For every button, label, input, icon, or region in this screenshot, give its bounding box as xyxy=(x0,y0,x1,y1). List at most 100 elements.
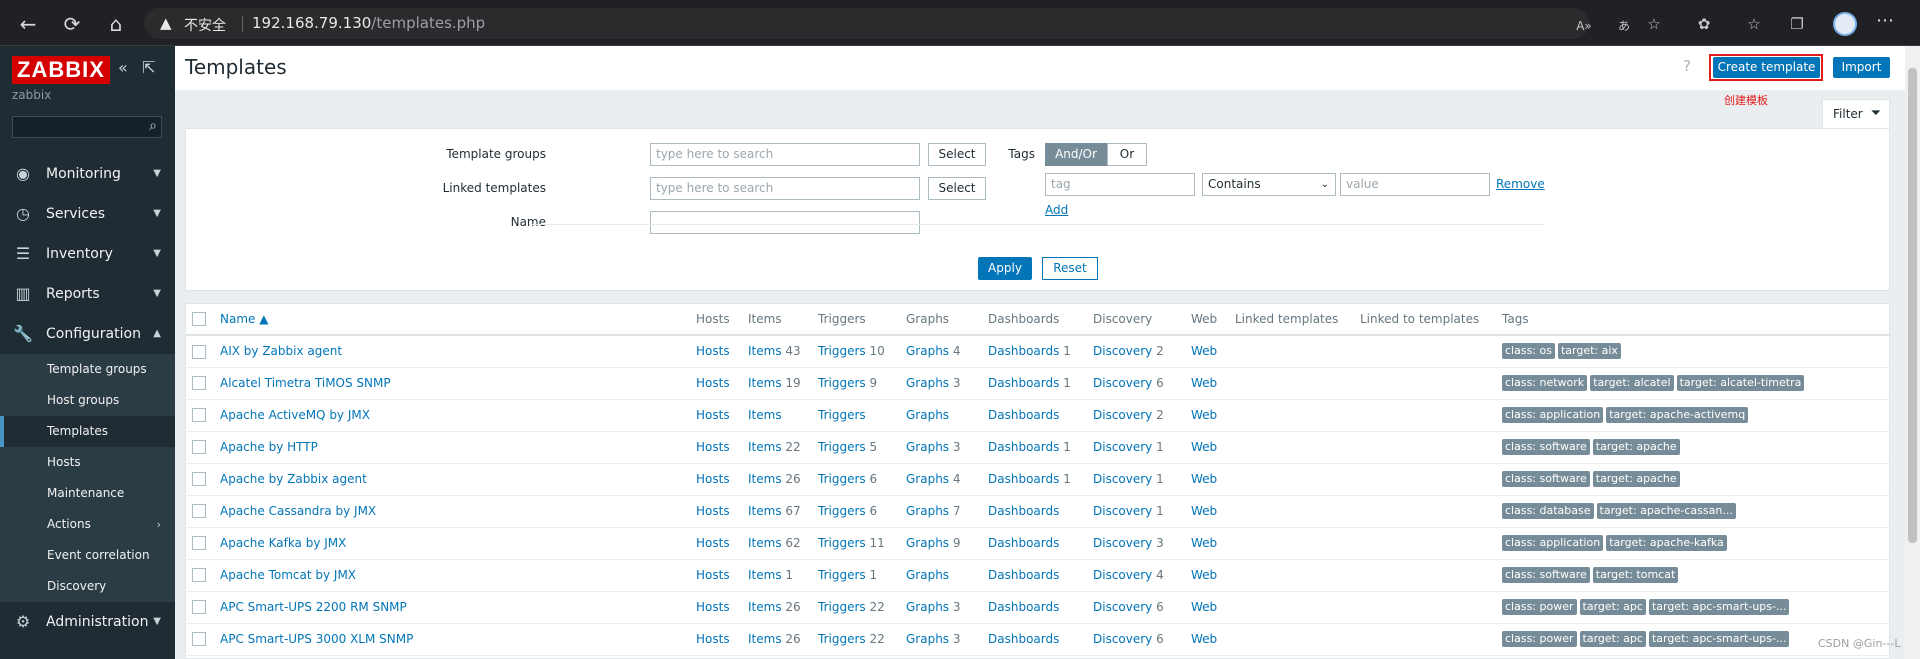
discovery-link[interactable]: Discovery xyxy=(1093,536,1152,550)
tag-badge[interactable]: target: aix xyxy=(1557,343,1621,360)
select-all-checkbox[interactable] xyxy=(192,312,206,327)
items-link[interactable]: Items xyxy=(748,344,782,358)
kiosk-mode-icon[interactable]: ⇱ xyxy=(142,58,155,77)
tag-badge[interactable]: target: apc xyxy=(1579,599,1646,615)
graphs-link[interactable]: Graphs xyxy=(906,632,949,646)
hosts-link[interactable]: Hosts xyxy=(696,600,730,614)
items-link[interactable]: Items xyxy=(748,600,782,614)
tag-badge[interactable]: target: apc xyxy=(1579,631,1646,647)
web-link[interactable]: Web xyxy=(1191,408,1217,422)
hosts-link[interactable]: Hosts xyxy=(696,440,730,454)
page-scrollbar[interactable] xyxy=(1905,46,1920,659)
graphs-link[interactable]: Graphs xyxy=(906,568,949,582)
items-link[interactable]: Items xyxy=(748,376,782,390)
triggers-link[interactable]: Triggers xyxy=(818,376,866,390)
tag-badge[interactable]: target: apache-activemq xyxy=(1606,407,1749,423)
discovery-link[interactable]: Discovery xyxy=(1093,440,1152,454)
name-input[interactable] xyxy=(650,211,920,234)
graphs-link[interactable]: Graphs xyxy=(906,440,949,454)
row-checkbox[interactable] xyxy=(192,440,206,455)
row-checkbox[interactable] xyxy=(192,568,206,583)
items-link[interactable]: Items xyxy=(748,632,782,646)
tag-badge[interactable]: class: database xyxy=(1502,503,1594,519)
discovery-link[interactable]: Discovery xyxy=(1093,408,1152,422)
triggers-link[interactable]: Triggers xyxy=(818,568,866,582)
help-icon[interactable]: ? xyxy=(1683,57,1691,75)
tag-name-input[interactable]: tag xyxy=(1045,173,1195,196)
web-link[interactable]: Web xyxy=(1191,568,1217,582)
menu-item-reports[interactable]: ▥ Reports ▼ xyxy=(0,274,175,314)
row-checkbox[interactable] xyxy=(192,632,206,647)
menu-item-inventory[interactable]: ☰ Inventory ▼ xyxy=(0,234,175,274)
address-bar[interactable]: ▲ 不安全 192.168.79.130/templates.php xyxy=(144,8,1589,39)
row-checkbox[interactable] xyxy=(192,408,206,423)
tag-operator-select[interactable]: Contains ⌄ xyxy=(1202,173,1336,196)
discovery-link[interactable]: Discovery xyxy=(1093,472,1152,486)
web-link[interactable]: Web xyxy=(1191,440,1217,454)
tag-badge[interactable]: class: software xyxy=(1502,439,1590,455)
zabbix-logo[interactable]: ZABBIX xyxy=(12,56,110,84)
items-link[interactable]: Items xyxy=(748,536,782,550)
tag-badge[interactable]: target: apache-cassan... xyxy=(1596,503,1736,519)
triggers-link[interactable]: Triggers xyxy=(818,344,866,358)
scrollbar-thumb[interactable] xyxy=(1908,68,1917,543)
dashboards-link[interactable]: Dashboards xyxy=(988,536,1059,550)
reset-button[interactable]: Reset xyxy=(1042,257,1098,280)
template-name-link[interactable]: AIX by Zabbix agent xyxy=(220,344,342,358)
submenu-item-hosts[interactable]: Hosts xyxy=(0,447,175,478)
tag-value-input[interactable]: value xyxy=(1340,173,1490,196)
hosts-link[interactable]: Hosts xyxy=(696,504,730,518)
submenu-item-actions[interactable]: Actions › xyxy=(0,509,175,540)
items-link[interactable]: Items xyxy=(748,440,782,454)
tag-badge[interactable]: target: apc-smart-ups-... xyxy=(1648,631,1790,647)
discovery-link[interactable]: Discovery xyxy=(1093,632,1152,646)
favorite-add-icon[interactable]: ☆ xyxy=(1643,13,1665,35)
discovery-link[interactable]: Discovery xyxy=(1093,600,1152,614)
reload-icon[interactable]: ⟳ xyxy=(60,12,84,36)
search-icon[interactable]: ⌕ xyxy=(149,118,157,134)
template-name-link[interactable]: Apache Tomcat by JMX xyxy=(220,568,356,582)
triggers-link[interactable]: Triggers xyxy=(818,440,866,454)
dashboards-link[interactable]: Dashboards xyxy=(988,632,1059,646)
hosts-link[interactable]: Hosts xyxy=(696,568,730,582)
triggers-link[interactable]: Triggers xyxy=(818,472,866,486)
template-name-link[interactable]: Apache ActiveMQ by JMX xyxy=(220,408,370,422)
tag-badge[interactable]: class: power xyxy=(1502,599,1577,615)
web-link[interactable]: Web xyxy=(1191,376,1217,390)
tag-badge[interactable]: class: application xyxy=(1502,535,1604,551)
collapse-sidebar-icon[interactable]: « xyxy=(118,58,128,77)
dashboards-link[interactable]: Dashboards xyxy=(988,440,1059,454)
sort-name-link[interactable]: Name ▲ xyxy=(220,312,268,326)
row-checkbox[interactable] xyxy=(192,344,206,359)
favorites-icon[interactable]: ☆ xyxy=(1743,13,1765,35)
tag-badge[interactable]: target: apc-smart-ups-... xyxy=(1648,599,1790,615)
tag-badge[interactable]: target: alcatel xyxy=(1590,375,1674,391)
template-name-link[interactable]: Alcatel Timetra TiMOS SNMP xyxy=(220,376,391,390)
dashboards-link[interactable]: Dashboards xyxy=(988,472,1059,486)
graphs-link[interactable]: Graphs xyxy=(906,344,949,358)
web-link[interactable]: Web xyxy=(1191,344,1217,358)
graphs-link[interactable]: Graphs xyxy=(906,536,949,550)
hosts-link[interactable]: Hosts xyxy=(696,632,730,646)
template-groups-input[interactable]: type here to search xyxy=(650,143,920,166)
row-checkbox[interactable] xyxy=(192,504,206,519)
items-link[interactable]: Items xyxy=(748,472,782,486)
items-link[interactable]: Items xyxy=(748,504,782,518)
tag-badge[interactable]: class: software xyxy=(1502,567,1590,583)
tags-or-toggle[interactable]: Or xyxy=(1107,143,1147,166)
tag-badge[interactable]: target: apache-kafka xyxy=(1606,535,1727,551)
web-link[interactable]: Web xyxy=(1191,536,1217,550)
template-name-link[interactable]: Apache by HTTP xyxy=(220,440,318,454)
triggers-link[interactable]: Triggers xyxy=(818,504,866,518)
graphs-link[interactable]: Graphs xyxy=(906,600,949,614)
tags-andor-toggle[interactable]: And/Or xyxy=(1045,143,1107,166)
row-checkbox[interactable] xyxy=(192,472,206,487)
triggers-link[interactable]: Triggers xyxy=(818,632,866,646)
discovery-link[interactable]: Discovery xyxy=(1093,504,1152,518)
collections-icon[interactable]: ❐ xyxy=(1786,13,1808,35)
template-name-link[interactable]: Apache Cassandra by JMX xyxy=(220,504,376,518)
apply-button[interactable]: Apply xyxy=(978,257,1032,280)
discovery-link[interactable]: Discovery xyxy=(1093,344,1152,358)
graphs-link[interactable]: Graphs xyxy=(906,376,949,390)
menu-item-administration[interactable]: ⚙ Administration ▼ xyxy=(0,602,175,642)
